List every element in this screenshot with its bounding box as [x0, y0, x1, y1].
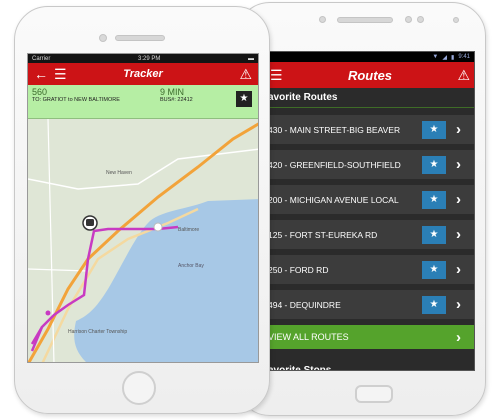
- routes-header: ☰ Routes ⚠: [266, 62, 474, 88]
- carrier-label: Carrier: [32, 55, 51, 62]
- sensor-dot: [453, 17, 459, 23]
- trip-info-banner: 560 TO: GRATIOT to NEW BALTIMORE 9 MIN B…: [28, 85, 258, 119]
- front-camera: [319, 16, 326, 23]
- page-title: Tracker: [123, 68, 163, 80]
- map-label-baltimore: Baltimore: [178, 227, 199, 233]
- chevron-right-icon[interactable]: ›: [456, 121, 474, 138]
- battery-icon: ▮: [451, 54, 455, 61]
- page-title: Routes: [347, 67, 393, 83]
- destination-text: TO: GRATIOT to NEW BALTIMORE: [32, 97, 120, 103]
- routes-phone: ▼ ◢ ▮ 9:41 ☰ Routes ⚠ avorite Routes 430…: [236, 2, 486, 416]
- earpiece: [115, 35, 165, 41]
- tracker-header: ← ☰ Tracker ⚠: [28, 63, 258, 85]
- favorite-star-button[interactable]: ★: [236, 91, 252, 107]
- favorite-star-button[interactable]: ★: [422, 225, 446, 244]
- favorite-stops-heading: avorite Stops: [268, 364, 332, 371]
- view-all-label: VIEW ALL ROUTES: [268, 332, 349, 342]
- status-bar: ▼ ◢ ▮ 9:41: [266, 52, 474, 62]
- stop-marker[interactable]: [45, 310, 51, 316]
- map-label-anchor-bay: Anchor Bay: [178, 263, 204, 269]
- route-name: 420 - GREENFIELD-SOUTHFIELD: [268, 159, 401, 170]
- status-time: 9:41: [458, 54, 470, 60]
- route-name: 494 - DEQUINDRE: [268, 299, 341, 310]
- chevron-right-icon[interactable]: ›: [456, 261, 474, 278]
- route-name: 200 - MICHIGAN AVENUE LOCAL: [268, 194, 399, 205]
- wifi-icon: ▼: [432, 54, 439, 60]
- chevron-right-icon[interactable]: ›: [456, 156, 474, 173]
- routes-screen: ▼ ◢ ▮ 9:41 ☰ Routes ⚠ avorite Routes 430…: [265, 51, 475, 371]
- favorite-routes-list: 430 - MAIN STREET-BIG BEAVER ★ › 420 - G…: [266, 108, 474, 319]
- favorite-star-button[interactable]: ★: [422, 295, 446, 314]
- map-label-new-haven: New Haven: [106, 170, 132, 176]
- favorite-routes-heading: avorite Routes: [266, 88, 474, 108]
- earpiece: [337, 17, 393, 23]
- sensor-dot: [405, 16, 412, 23]
- signal-icon: ◢: [442, 54, 447, 61]
- bus-icon: [86, 219, 94, 226]
- favorite-star-button[interactable]: ★: [422, 260, 446, 279]
- view-all-routes-button[interactable]: VIEW ALL ROUTES ›: [266, 325, 474, 349]
- battery-icon: ▬: [247, 55, 254, 62]
- route-number: 560: [32, 87, 48, 97]
- bus-number: BUS#: 22412: [160, 97, 193, 103]
- front-camera: [99, 34, 107, 42]
- chevron-right-icon[interactable]: ›: [456, 226, 474, 243]
- home-button[interactable]: [122, 371, 156, 405]
- map-label-harrison: Harrison Charter Township: [68, 329, 127, 335]
- favorite-star-button[interactable]: ★: [422, 155, 446, 174]
- status-time: 3:29 PM: [137, 55, 161, 62]
- status-bar: Carrier 3:29 PM ▬: [28, 54, 258, 63]
- route-row[interactable]: 250 - FORD RD ★ ›: [266, 255, 474, 284]
- route-row[interactable]: 494 - DEQUINDRE ★ ›: [266, 290, 474, 319]
- route-row[interactable]: 430 - MAIN STREET-BIG BEAVER ★ ›: [266, 115, 474, 144]
- sensor-dot: [417, 16, 424, 23]
- tracker-screen: Carrier 3:29 PM ▬ ← ☰ Tracker ⚠ 560 TO: …: [27, 53, 259, 363]
- eta-text: 9 MIN: [160, 87, 185, 97]
- favorite-star-button[interactable]: ★: [422, 120, 446, 139]
- stop-marker[interactable]: [153, 222, 163, 232]
- favorite-star-button[interactable]: ★: [422, 190, 446, 209]
- route-name: 250 - FORD RD: [268, 264, 329, 275]
- route-row[interactable]: 420 - GREENFIELD-SOUTHFIELD ★ ›: [266, 150, 474, 179]
- chevron-right-icon: ›: [456, 328, 461, 346]
- chevron-right-icon[interactable]: ›: [456, 296, 474, 313]
- route-row[interactable]: 200 - MICHIGAN AVENUE LOCAL ★ ›: [266, 185, 474, 214]
- chevron-right-icon[interactable]: ›: [456, 191, 474, 208]
- route-name: 125 - FORT ST-EUREKA RD: [268, 229, 378, 240]
- route-name: 430 - MAIN STREET-BIG BEAVER: [268, 124, 401, 135]
- tracker-phone: Carrier 3:29 PM ▬ ← ☰ Tracker ⚠ 560 TO: …: [14, 6, 270, 414]
- home-button[interactable]: [355, 385, 393, 403]
- route-row[interactable]: 125 - FORT ST-EUREKA RD ★ ›: [266, 220, 474, 249]
- route-map[interactable]: New Haven Baltimore Anchor Bay Harrison …: [28, 119, 259, 363]
